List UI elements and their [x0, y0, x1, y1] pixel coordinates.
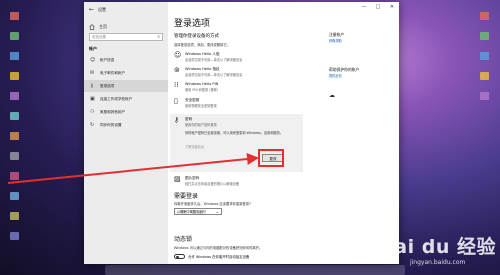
watermark: Bai du 经验 jingyan.baidu.com — [379, 232, 496, 266]
watermark-url: jingyan.baidu.com — [409, 259, 466, 266]
watermark-logo: Bai du 经验 — [379, 236, 496, 258]
